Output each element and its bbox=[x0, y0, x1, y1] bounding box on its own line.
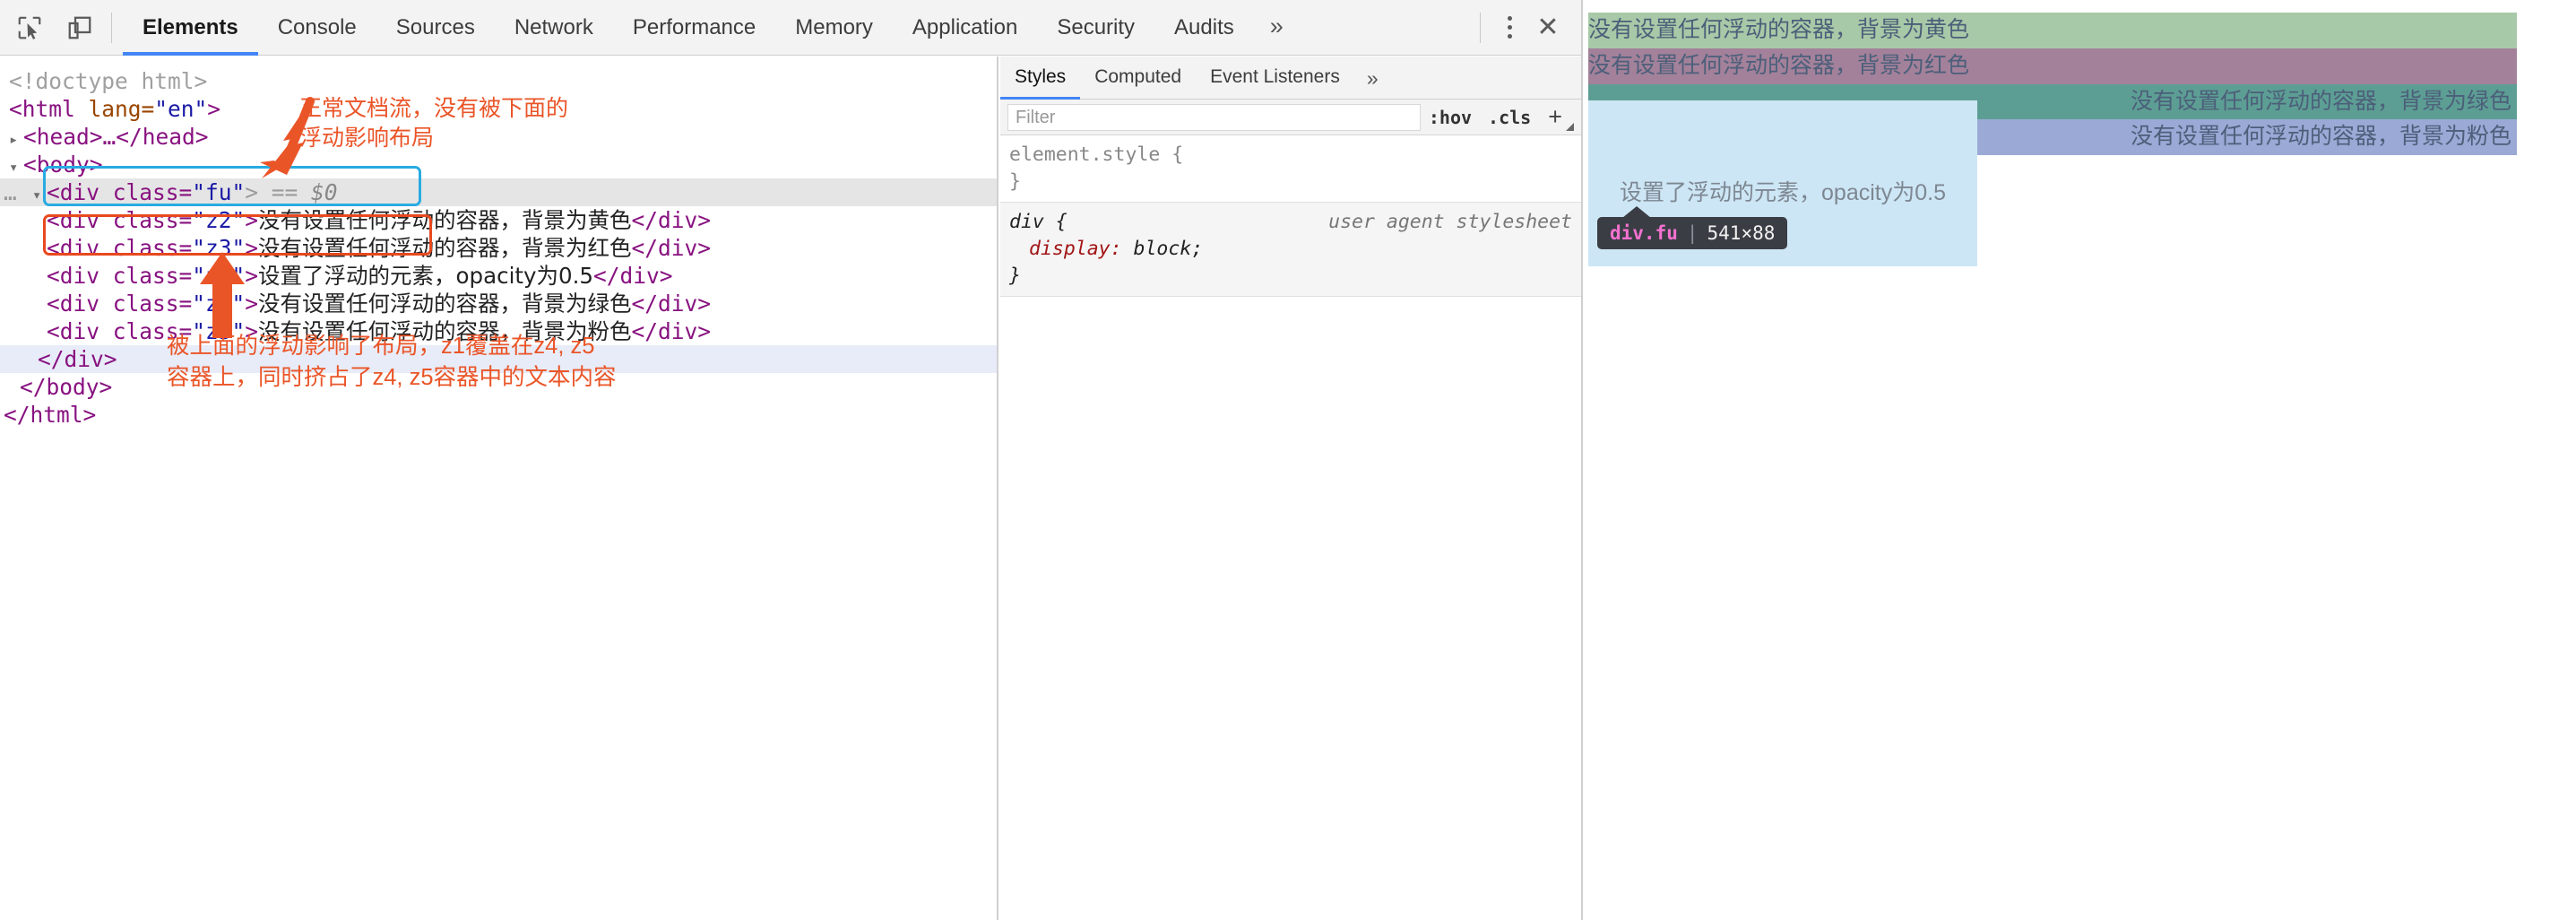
preview-container-fu: 没有设置任何浮动的容器，背景为黄色 没有设置任何浮动的容器，背景为红色 没有设置… bbox=[1588, 13, 2517, 266]
annotation-text-bottom: 被上面的浮动影响了布局，z1覆盖在z4, z5 容器上，同时挤占了z4, z5容… bbox=[167, 334, 617, 390]
tab-audits[interactable]: Audits bbox=[1154, 0, 1254, 56]
dom-line-html-close[interactable]: </html> bbox=[0, 401, 997, 429]
rule-close-brace-div: } bbox=[1009, 265, 1021, 287]
dom-line-z2[interactable]: <div class="z2">没有设置任何浮动的容器，背景为黄色</div> bbox=[0, 206, 997, 234]
rule-div[interactable]: user agent stylesheet div { display: bloc… bbox=[1000, 203, 1581, 297]
rule-selector: element.style { bbox=[1009, 143, 1184, 166]
kebab-menu-icon[interactable] bbox=[1491, 7, 1527, 48]
styles-filter-row: Filter :hov .cls + bbox=[1000, 100, 1581, 135]
styles-tab-bar: Styles Computed Event Listeners » bbox=[1000, 56, 1581, 100]
dom-line-z3[interactable]: <div class="z3">没有设置任何浮动的容器，背景为红色</div> bbox=[0, 234, 997, 262]
inspect-cursor-icon[interactable] bbox=[9, 7, 50, 48]
tab-memory[interactable]: Memory bbox=[775, 0, 893, 56]
devtools-panel: Elements Console Sources Network Perform… bbox=[0, 0, 2418, 920]
tab-event-listeners[interactable]: Event Listeners bbox=[1196, 56, 1354, 100]
dom-tree-pane[interactable]: <!doctype html> <html lang="en"> ▸ <head>… bbox=[0, 56, 998, 920]
styles-more-tabs-icon[interactable]: » bbox=[1354, 58, 1391, 98]
css-value-block[interactable]: block; bbox=[1134, 238, 1204, 260]
element-highlight-tooltip: div.fu | 541×88 bbox=[1597, 206, 1788, 249]
tooltip-separator: | bbox=[1686, 222, 1699, 244]
page-preview: 没有设置任何浮动的容器，背景为黄色 没有设置任何浮动的容器，背景为红色 没有设置… bbox=[1583, 0, 2576, 920]
tab-application[interactable]: Application bbox=[893, 0, 1037, 56]
filter-input[interactable]: Filter bbox=[1007, 103, 1421, 131]
cls-button[interactable]: .cls bbox=[1480, 107, 1539, 128]
breadcrumb-ellipsis[interactable]: … bbox=[4, 178, 17, 206]
dom-line-fu-selected[interactable]: … ▾ <div class="fu"> == $0 bbox=[0, 178, 997, 206]
resize-corner-icon[interactable] bbox=[1566, 123, 1574, 131]
tooltip-dimensions: 541×88 bbox=[1707, 222, 1776, 244]
tab-network[interactable]: Network bbox=[495, 0, 613, 56]
rule-element-style[interactable]: element.style { } bbox=[1000, 135, 1581, 203]
device-toolbar-icon[interactable] bbox=[59, 7, 100, 48]
collapse-arrow-icon-fu[interactable]: ▾ bbox=[32, 182, 47, 210]
tab-styles[interactable]: Styles bbox=[1000, 56, 1080, 100]
toolbar-divider-right bbox=[1480, 12, 1481, 43]
rule-close-brace: } bbox=[1009, 170, 1021, 193]
devtools-window: Elements Console Sources Network Perform… bbox=[0, 0, 2576, 920]
dom-line-body[interactable]: ▾ <body> bbox=[0, 151, 997, 178]
preview-row-z3: 没有设置任何浮动的容器，背景为红色 bbox=[1588, 48, 2517, 84]
rule-selector-div: div { bbox=[1009, 211, 1068, 233]
rule-origin: user agent stylesheet bbox=[1328, 211, 1572, 233]
annotation-text-top: 正常文档流，没有被下面的 浮动影响布局 bbox=[299, 96, 569, 151]
devtools-toolbar: Elements Console Sources Network Perform… bbox=[0, 0, 1581, 56]
more-tabs-icon[interactable]: » bbox=[1254, 0, 1300, 56]
styles-pane: Styles Computed Event Listeners » Filter… bbox=[1000, 56, 2418, 920]
css-property-display[interactable]: display: bbox=[1009, 236, 1122, 263]
dom-line-doctype: <!doctype html> bbox=[9, 68, 208, 94]
toolbar-divider bbox=[111, 12, 112, 43]
tab-elements[interactable]: Elements bbox=[123, 0, 258, 56]
tab-computed[interactable]: Computed bbox=[1080, 56, 1196, 100]
new-style-rule-button[interactable]: + bbox=[1539, 103, 1568, 131]
tooltip-selector: div.fu bbox=[1610, 222, 1678, 244]
tab-console[interactable]: Console bbox=[258, 0, 376, 56]
tab-security[interactable]: Security bbox=[1037, 0, 1154, 56]
tab-performance[interactable]: Performance bbox=[613, 0, 775, 56]
preview-row-z2: 没有设置任何浮动的容器，背景为黄色 bbox=[1588, 13, 2517, 48]
tooltip-arrow-icon bbox=[1622, 206, 1651, 218]
tab-sources[interactable]: Sources bbox=[376, 0, 495, 56]
close-icon[interactable]: ✕ bbox=[1527, 7, 1569, 48]
dom-line-z4[interactable]: <div class="z4">没有设置任何浮动的容器，背景为绿色</div> bbox=[0, 290, 997, 317]
dom-line-z1[interactable]: <div class="z1">设置了浮动的元素，opacity为0.5</di… bbox=[0, 262, 997, 290]
hov-button[interactable]: :hov bbox=[1421, 107, 1480, 128]
